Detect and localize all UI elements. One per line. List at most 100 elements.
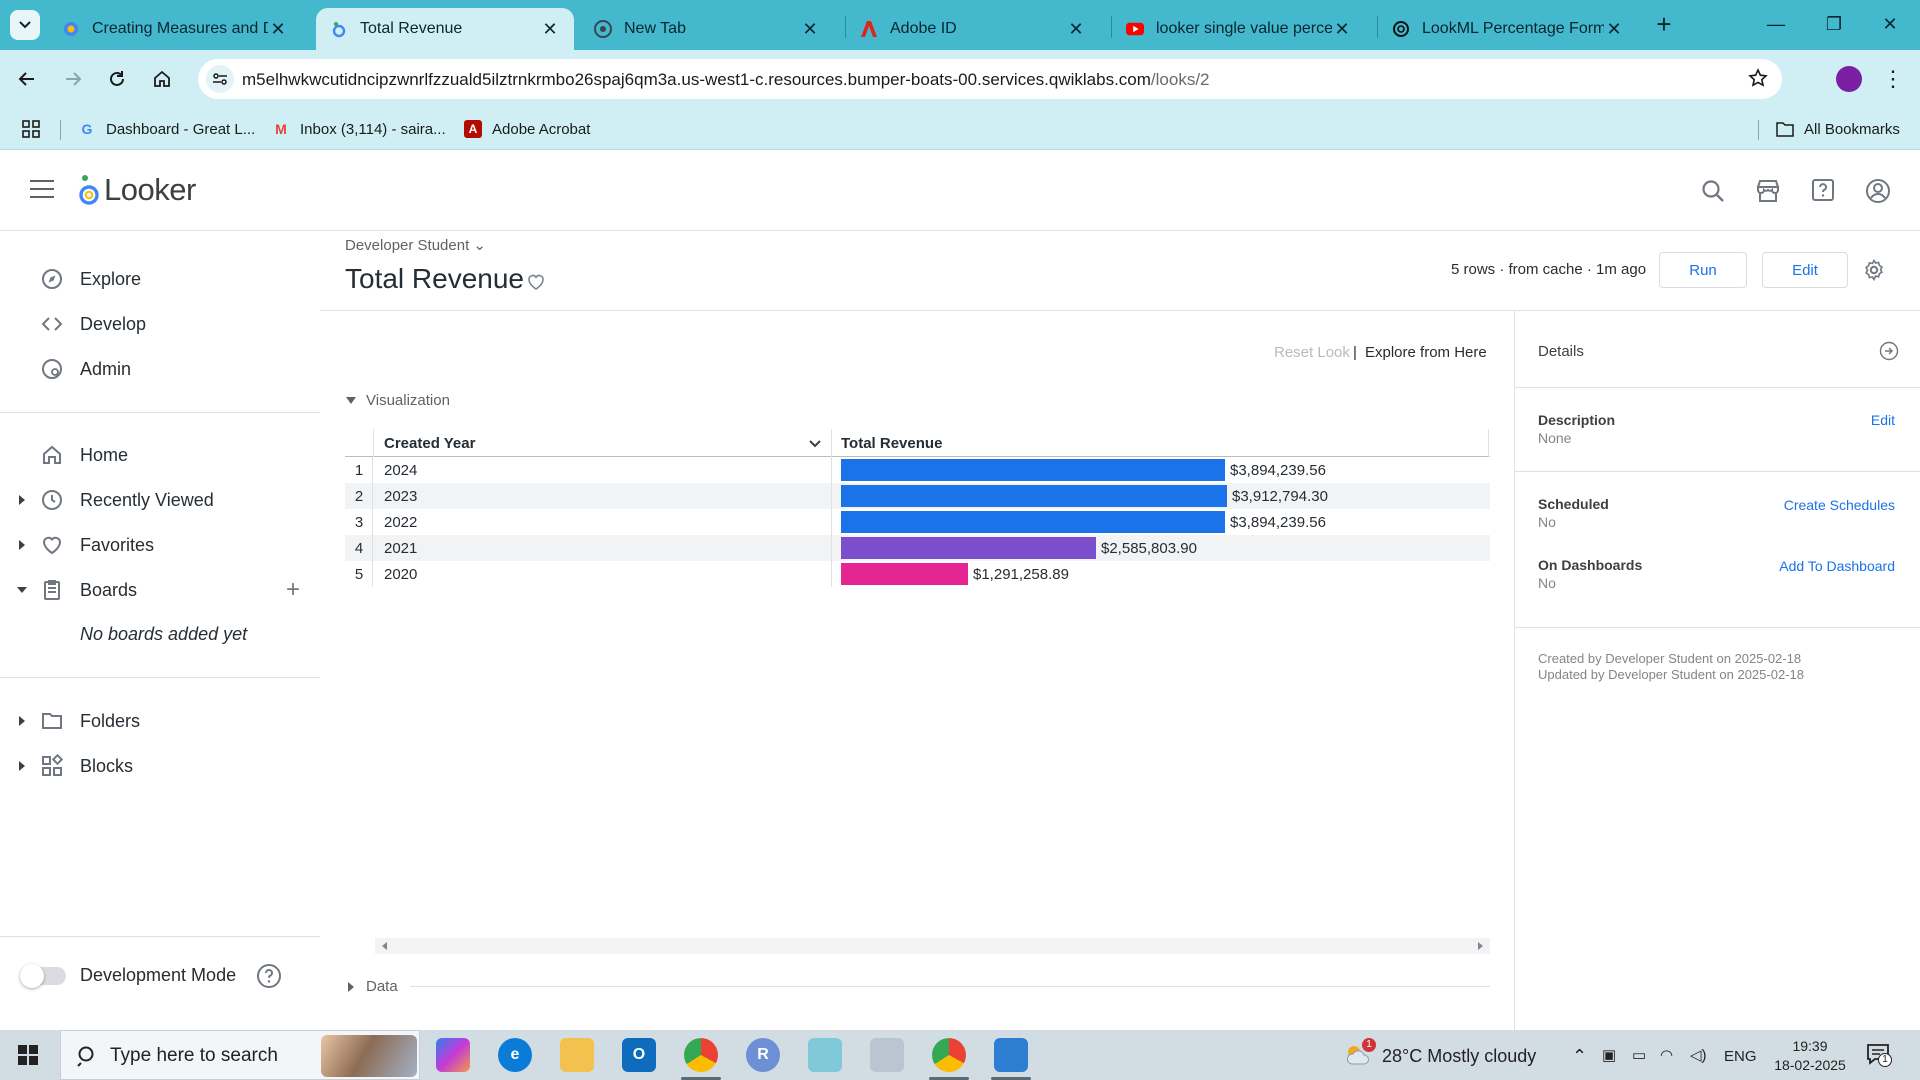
created-year-cell[interactable]: 2021 bbox=[384, 540, 417, 557]
site-info-icon[interactable] bbox=[206, 65, 234, 93]
edit-description-link[interactable]: Edit bbox=[1871, 412, 1895, 428]
created-year-cell[interactable]: 2023 bbox=[384, 488, 417, 505]
add-to-dashboard-link[interactable]: Add To Dashboard bbox=[1779, 558, 1895, 574]
tab-total-revenue[interactable]: Total Revenue ✕ bbox=[316, 8, 574, 50]
sidebar-item-home[interactable]: Home bbox=[0, 433, 320, 477]
clock[interactable]: 19:39 18-02-2025 bbox=[1773, 1037, 1847, 1075]
breadcrumb[interactable]: Developer Student ⌄ bbox=[345, 236, 486, 254]
url-text[interactable]: m5elhwkwcutidncipzwnrlfzzuald5ilztrnkrmb… bbox=[242, 70, 1210, 90]
wifi-icon[interactable]: ◠ bbox=[1660, 1046, 1673, 1064]
battery-icon[interactable]: ▭ bbox=[1632, 1046, 1646, 1064]
browser-menu-icon[interactable]: ⋮ bbox=[1882, 64, 1904, 94]
forward-button[interactable] bbox=[58, 64, 88, 94]
favorite-heart-icon[interactable] bbox=[526, 272, 546, 292]
gear-icon[interactable] bbox=[1862, 258, 1886, 282]
paint-app-icon[interactable] bbox=[870, 1038, 904, 1072]
bookmark-gmail[interactable]: M Inbox (3,114) - saira... bbox=[272, 108, 445, 150]
tab-new-tab[interactable]: New Tab ✕ bbox=[580, 8, 834, 50]
tab-lookml-percentage[interactable]: LookML Percentage Forma ✕ bbox=[1378, 8, 1638, 50]
sort-chevron-icon[interactable] bbox=[808, 437, 822, 451]
restore-button[interactable]: ❐ bbox=[1806, 10, 1862, 40]
create-schedules-link[interactable]: Create Schedules bbox=[1784, 497, 1895, 513]
total-revenue-cell[interactable]: $3,894,239.56 bbox=[1230, 514, 1326, 531]
run-button[interactable]: Run bbox=[1659, 252, 1747, 288]
explore-from-here-link[interactable]: Explore from Here bbox=[1365, 344, 1487, 361]
address-bar[interactable]: m5elhwkwcutidncipzwnrlfzzuald5ilztrnkrmb… bbox=[198, 59, 1782, 99]
photos-app-icon[interactable] bbox=[994, 1038, 1028, 1072]
weather-icon[interactable]: 1 bbox=[1344, 1038, 1376, 1068]
reset-look-link[interactable]: Reset Look bbox=[1274, 344, 1350, 361]
scroll-left-icon[interactable] bbox=[382, 942, 387, 950]
column-header-total-revenue[interactable]: Total Revenue bbox=[841, 435, 942, 452]
weather-text[interactable]: 28°C Mostly cloudy bbox=[1382, 1046, 1536, 1067]
language-indicator[interactable]: ENG bbox=[1724, 1048, 1757, 1065]
close-icon[interactable]: ✕ bbox=[268, 19, 288, 40]
bookmark-star-icon[interactable] bbox=[1748, 68, 1768, 93]
bookmark-dashboard[interactable]: G Dashboard - Great L... bbox=[78, 108, 256, 150]
taskbar-search[interactable]: Type here to search bbox=[60, 1030, 420, 1080]
looker-logo[interactable]: Looker bbox=[78, 172, 196, 208]
new-tab-button[interactable]: + bbox=[1650, 8, 1678, 42]
tab-youtube[interactable]: looker single value percent ✕ bbox=[1112, 8, 1366, 50]
sidebar-item-boards[interactable]: Boards + bbox=[0, 568, 320, 612]
collapse-panel-icon[interactable] bbox=[1879, 341, 1899, 361]
window-close-button[interactable]: ✕ bbox=[1862, 10, 1918, 40]
tray-app-icon[interactable]: ▣ bbox=[1602, 1046, 1616, 1064]
search-icon[interactable] bbox=[1700, 178, 1726, 204]
tab-adobe-id[interactable]: Adobe ID ✕ bbox=[846, 8, 1100, 50]
tab-search-button[interactable] bbox=[10, 10, 40, 40]
notifications-icon[interactable]: 1 bbox=[1866, 1043, 1892, 1067]
close-icon[interactable]: ✕ bbox=[1066, 19, 1086, 40]
sidebar-item-develop[interactable]: Develop bbox=[0, 302, 320, 346]
file-explorer-app-icon[interactable] bbox=[560, 1038, 594, 1072]
created-year-cell[interactable]: 2020 bbox=[384, 566, 417, 583]
created-year-cell[interactable]: 2024 bbox=[384, 462, 417, 479]
r-app-icon[interactable]: R bbox=[746, 1038, 780, 1072]
visualization-toggle[interactable]: Visualization bbox=[344, 392, 450, 409]
notes-app-icon[interactable] bbox=[808, 1038, 842, 1072]
scroll-right-icon[interactable] bbox=[1478, 942, 1483, 950]
sidebar-item-explore[interactable]: Explore bbox=[0, 257, 320, 301]
tab-creating-measures[interactable]: Creating Measures and Di ✕ bbox=[48, 8, 302, 50]
close-icon[interactable]: ✕ bbox=[540, 19, 560, 40]
data-section-toggle[interactable]: Data bbox=[344, 978, 1490, 995]
sidebar-item-recently-viewed[interactable]: Recently Viewed bbox=[0, 478, 320, 522]
profile-avatar[interactable] bbox=[1836, 66, 1862, 92]
minimize-button[interactable]: — bbox=[1748, 10, 1804, 40]
sidebar-item-folders[interactable]: Folders bbox=[0, 699, 320, 743]
total-revenue-cell[interactable]: $1,291,258.89 bbox=[973, 566, 1069, 583]
development-mode-toggle[interactable] bbox=[20, 964, 66, 988]
apps-button[interactable] bbox=[22, 108, 40, 150]
created-year-cell[interactable]: 2022 bbox=[384, 514, 417, 531]
sidebar-item-favorites[interactable]: Favorites bbox=[0, 523, 320, 567]
main-menu-button[interactable] bbox=[30, 180, 54, 198]
column-header-created-year[interactable]: Created Year bbox=[384, 435, 475, 452]
edge-app-icon[interactable]: e bbox=[498, 1038, 532, 1072]
windows-start-icon[interactable] bbox=[18, 1045, 38, 1065]
help-circle-icon[interactable] bbox=[256, 963, 282, 989]
home-button[interactable] bbox=[147, 64, 177, 94]
tray-chevron-icon[interactable]: ⌃ bbox=[1572, 1046, 1587, 1067]
copilot-app-icon[interactable] bbox=[436, 1038, 470, 1072]
close-icon[interactable]: ✕ bbox=[1332, 19, 1352, 40]
close-icon[interactable]: ✕ bbox=[1604, 19, 1624, 40]
total-revenue-cell[interactable]: $3,894,239.56 bbox=[1230, 462, 1326, 479]
help-icon[interactable] bbox=[1810, 178, 1836, 204]
reload-button[interactable] bbox=[102, 64, 132, 94]
chrome-app-icon[interactable] bbox=[684, 1038, 718, 1072]
sidebar-item-admin[interactable]: Admin bbox=[0, 347, 320, 391]
sidebar-item-blocks[interactable]: Blocks bbox=[0, 744, 320, 788]
outlook-app-icon[interactable]: O bbox=[622, 1038, 656, 1072]
bookmark-adobe-acrobat[interactable]: A Adobe Acrobat bbox=[464, 108, 590, 150]
all-bookmarks-button[interactable]: All Bookmarks bbox=[1776, 108, 1900, 150]
total-revenue-cell[interactable]: $2,585,803.90 bbox=[1101, 540, 1197, 557]
add-board-icon[interactable]: + bbox=[286, 576, 300, 604]
total-revenue-cell[interactable]: $3,912,794.30 bbox=[1232, 488, 1328, 505]
back-button[interactable] bbox=[12, 64, 42, 94]
edit-button[interactable]: Edit bbox=[1762, 252, 1848, 288]
chrome-profile-app-icon[interactable] bbox=[932, 1038, 966, 1072]
volume-icon[interactable]: ◁) bbox=[1690, 1046, 1707, 1064]
close-icon[interactable]: ✕ bbox=[800, 19, 820, 40]
horizontal-scrollbar[interactable] bbox=[375, 938, 1490, 954]
account-icon[interactable] bbox=[1865, 178, 1891, 204]
